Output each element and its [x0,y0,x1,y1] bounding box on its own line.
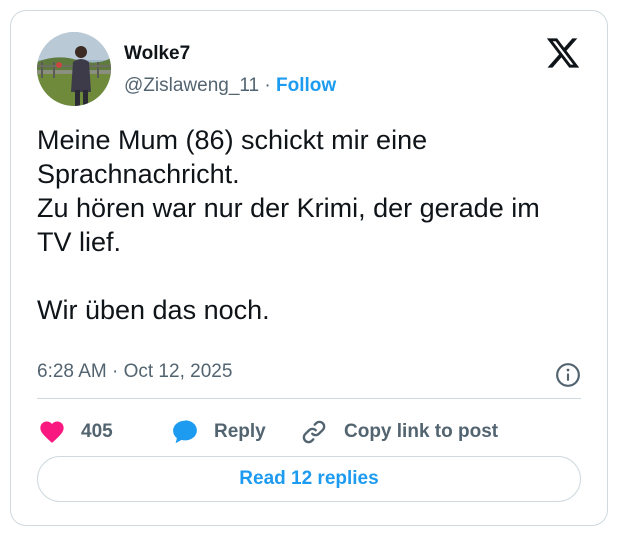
author-display-name[interactable]: Wolke7 [124,43,190,65]
link-icon [302,420,326,444]
handle-separator: · [264,75,271,96]
divider [37,398,581,399]
reply-button[interactable]: Reply [170,415,266,449]
copy-link-label: Copy link to post [344,421,499,442]
like-count: 405 [81,421,113,442]
like-button[interactable]: 405 [37,415,113,449]
follow-button[interactable]: Follow [276,75,336,96]
copy-link-button[interactable]: Copy link to post [300,415,498,449]
post-timestamp[interactable]: 6:28 AM · Oct 12, 2025 [37,361,232,383]
reply-label: Reply [214,421,266,442]
info-icon[interactable] [555,362,581,388]
heart-icon [40,421,64,443]
author-handle[interactable]: @Zislaweng_11 [124,75,259,96]
read-replies-button[interactable]: Read 12 replies [37,456,581,502]
embedded-post-card: Wolke7 @Zislaweng_11 · Follow Meine Mum … [10,10,608,526]
x-logo-icon[interactable] [545,35,581,71]
speech-bubble-icon [173,420,197,444]
post-text: Meine Mum (86) schickt mir eine Sprachna… [37,125,540,325]
author-handle-row: @Zislaweng_11 · Follow [124,75,336,97]
avatar-photo [37,32,111,106]
read-replies-label: Read 12 replies [239,468,379,489]
avatar[interactable] [37,32,111,106]
